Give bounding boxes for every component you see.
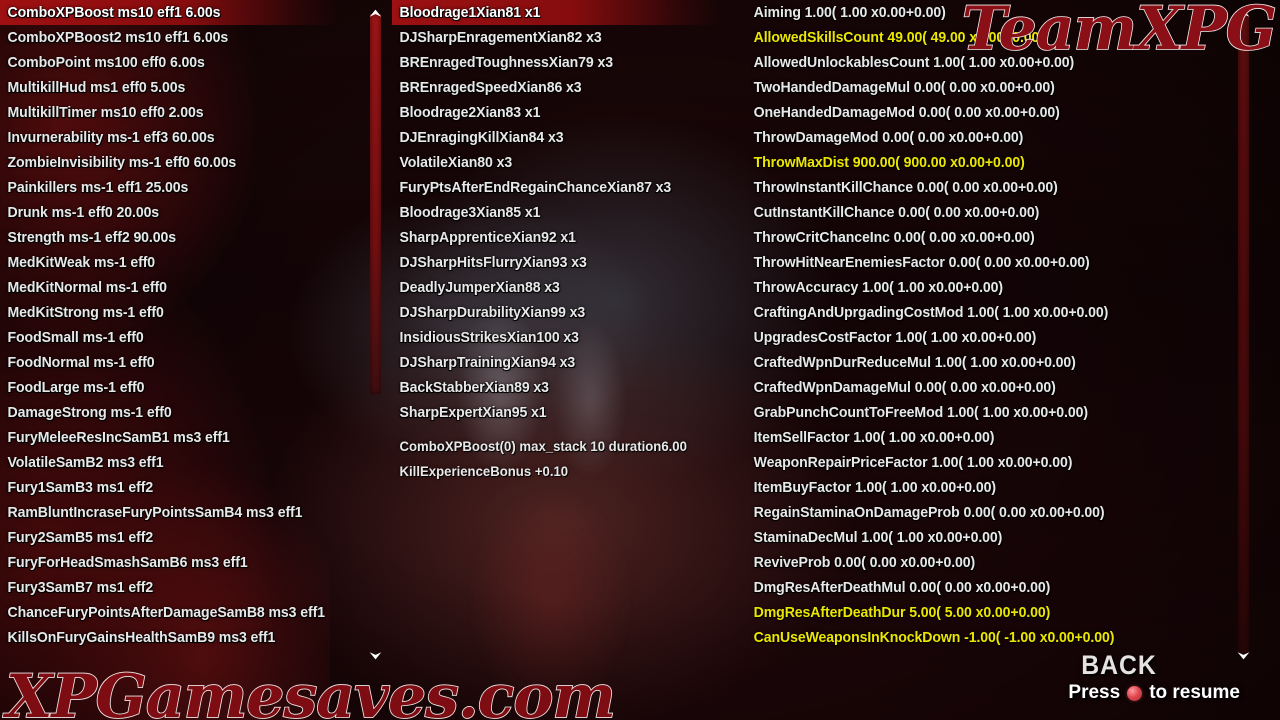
- stats-list[interactable]: Aiming 1.00( 1.00 x0.00+0.00) AllowedSkil…: [748, 0, 1220, 650]
- list-item[interactable]: Aiming 1.00( 1.00 x0.00+0.00): [748, 0, 1192, 25]
- list-item[interactable]: StaminaDecMul 1.00( 1.00 x0.00+0.00): [748, 525, 1192, 550]
- list-item[interactable]: ZombieInvisibility ms-1 eff0 60.00s: [0, 150, 338, 175]
- list-item[interactable]: InsidiousStrikesXian100 x3: [392, 325, 719, 350]
- list-item[interactable]: RamBluntIncraseFuryPointsSamB4 ms3 eff1: [0, 500, 338, 525]
- chevron-down-icon[interactable]: [361, 641, 389, 669]
- list-item[interactable]: Painkillers ms-1 eff1 25.00s: [0, 175, 338, 200]
- list-item[interactable]: BREnragedSpeedXian86 x3: [392, 75, 719, 100]
- list-item[interactable]: WeaponRepairPriceFactor 1.00( 1.00 x0.00…: [748, 450, 1192, 475]
- list-item[interactable]: DJEnragingKillXian84 x3: [392, 125, 719, 150]
- list-item[interactable]: DamageStrong ms-1 eff0: [0, 400, 338, 425]
- list-item[interactable]: VolatileSamB2 ms3 eff1: [0, 450, 338, 475]
- list-item[interactable]: OneHandedDamageMod 0.00( 0.00 x0.00+0.00…: [748, 100, 1192, 125]
- scrollbar-thumb[interactable]: [370, 14, 381, 394]
- list-item[interactable]: ComboXPBoost2 ms10 eff1 6.00s: [0, 25, 338, 50]
- resume-hint-suffix: to resume: [1149, 682, 1240, 703]
- list-item[interactable]: Bloodrage3Xian85 x1: [392, 200, 719, 225]
- list-item[interactable]: ThrowMaxDist 900.00( 900.00 x0.00+0.00): [748, 150, 1192, 175]
- list-item[interactable]: FuryMeleeResIncSamB1 ms3 eff1: [0, 425, 338, 450]
- list-item[interactable]: SharpApprenticeXian92 x1: [392, 225, 719, 250]
- list-item[interactable]: FuryPtsAfterEndRegainChanceXian87 x3: [392, 175, 719, 200]
- list-item[interactable]: ItemSellFactor 1.00( 1.00 x0.00+0.00): [748, 425, 1192, 450]
- list-item[interactable]: DmgResAfterDeathDur 5.00( 5.00 x0.00+0.0…: [748, 600, 1192, 625]
- list-item[interactable]: CanUseWeaponsInKnockDown -1.00( -1.00 x0…: [748, 625, 1192, 650]
- list-item[interactable]: DmgResAfterDeathMul 0.00( 0.00 x0.00+0.0…: [748, 575, 1192, 600]
- list-item[interactable]: Bloodrage2Xian83 x1: [392, 100, 719, 125]
- detail-line: ComboXPBoost(0) max_stack 10 duration6.0…: [399, 438, 687, 454]
- list-item[interactable]: FoodNormal ms-1 eff0: [0, 350, 338, 375]
- list-item[interactable]: CraftedWpnDamageMul 0.00( 0.00 x0.00+0.0…: [748, 375, 1192, 400]
- chevron-up-icon[interactable]: [364, 2, 386, 24]
- list-item[interactable]: ThrowCritChanceInc 0.00( 0.00 x0.00+0.00…: [748, 225, 1192, 250]
- list-item[interactable]: CutInstantKillChance 0.00( 0.00 x0.00+0.…: [748, 200, 1192, 225]
- list-item[interactable]: ComboPoint ms100 eff0 6.00s: [0, 50, 338, 75]
- list-item[interactable]: Fury3SamB7 ms1 eff2: [0, 575, 338, 600]
- stats-list-scrollbar[interactable]: [1229, 0, 1257, 720]
- list-item[interactable]: FoodLarge ms-1 eff0: [0, 375, 338, 400]
- list-item[interactable]: MultikillHud ms1 eff0 5.00s: [0, 75, 338, 100]
- list-item[interactable]: Bloodrage1Xian81 x1: [392, 0, 720, 25]
- list-item[interactable]: VolatileXian80 x3: [392, 150, 719, 175]
- list-item[interactable]: CraftedWpnDurReduceMul 1.00( 1.00 x0.00+…: [748, 350, 1192, 375]
- list-item[interactable]: ItemBuyFactor 1.00( 1.00 x0.00+0.00): [748, 475, 1192, 500]
- list-item[interactable]: ThrowInstantKillChance 0.00( 0.00 x0.00+…: [748, 175, 1192, 200]
- buffs-list-scrollbar[interactable]: [361, 0, 389, 720]
- list-item[interactable]: ThrowHitNearEnemiesFactor 0.00( 0.00 x0.…: [748, 250, 1192, 275]
- list-item[interactable]: MedKitStrong ms-1 eff0: [0, 300, 338, 325]
- list-item[interactable]: ThrowAccuracy 1.00( 1.00 x0.00+0.00): [748, 275, 1192, 300]
- list-item[interactable]: RegainStaminaOnDamageProb 0.00( 0.00 x0.…: [748, 500, 1192, 525]
- buffs-list[interactable]: ComboXPBoost ms10 eff1 6.00s ComboXPBoost…: [0, 0, 360, 650]
- list-item[interactable]: BackStabberXian89 x3: [392, 375, 719, 400]
- list-item[interactable]: UpgradesCostFactor 1.00( 1.00 x0.00+0.00…: [748, 325, 1192, 350]
- resume-hint: Press to resume: [994, 680, 1244, 706]
- list-item[interactable]: MedKitNormal ms-1 eff0: [0, 275, 338, 300]
- list-item[interactable]: DJSharpEnragementXian82 x3: [392, 25, 719, 50]
- list-item[interactable]: MultikillTimer ms10 eff0 2.00s: [0, 100, 338, 125]
- resume-hint-prefix: Press: [1068, 682, 1121, 703]
- list-item[interactable]: AllowedUnlockablesCount 1.00( 1.00 x0.00…: [748, 50, 1192, 75]
- skills-list[interactable]: Bloodrage1Xian81 x1 DJSharpEnragementXian…: [392, 0, 740, 425]
- circle-button-icon[interactable]: [1127, 685, 1143, 701]
- detail-line: KillExperienceBonus +0.10: [399, 463, 569, 479]
- list-item[interactable]: Fury2SamB5 ms1 eff2: [0, 525, 338, 550]
- list-item[interactable]: KillsOnFuryGainsHealthSamB9 ms3 eff1: [0, 625, 338, 650]
- list-item[interactable]: Fury1SamB3 ms1 eff2: [0, 475, 338, 500]
- list-item[interactable]: ComboXPBoost ms10 eff1 6.00s: [0, 0, 339, 25]
- list-item[interactable]: FuryForHeadSmashSamB6 ms3 eff1: [0, 550, 338, 575]
- chevron-up-icon[interactable]: [1232, 2, 1254, 24]
- skill-detail-footer: ComboXPBoost(0) max_stack 10 duration6.0…: [392, 434, 740, 484]
- list-item[interactable]: MedKitWeak ms-1 eff0: [0, 250, 338, 275]
- list-item[interactable]: FoodSmall ms-1 eff0: [0, 325, 338, 350]
- list-item[interactable]: SharpExpertXian95 x1: [392, 400, 719, 425]
- list-item[interactable]: Strength ms-1 eff2 90.00s: [0, 225, 338, 250]
- footer-actions: BACK Press to resume: [994, 650, 1244, 706]
- list-item[interactable]: DJSharpDurabilityXian99 x3: [392, 300, 719, 325]
- list-item[interactable]: BREnragedToughnessXian79 x3: [392, 50, 719, 75]
- list-item[interactable]: GrabPunchCountToFreeMod 1.00( 1.00 x0.00…: [748, 400, 1192, 425]
- list-item[interactable]: Invurnerability ms-1 eff3 60.00s: [0, 125, 338, 150]
- list-item[interactable]: DJSharpHitsFlurryXian93 x3: [392, 250, 719, 275]
- back-button[interactable]: BACK: [1004, 650, 1234, 680]
- list-item[interactable]: CraftingAndUprgadingCostMod 1.00( 1.00 x…: [748, 300, 1192, 325]
- list-item[interactable]: ReviveProb 0.00( 0.00 x0.00+0.00): [748, 550, 1192, 575]
- scrollbar-thumb[interactable]: [1238, 14, 1249, 654]
- list-item[interactable]: ChanceFuryPointsAfterDamageSamB8 ms3 eff…: [0, 600, 338, 625]
- list-item[interactable]: AllowedSkillsCount 49.00( 49.00 x0.00+0.…: [748, 25, 1192, 50]
- list-item[interactable]: Drunk ms-1 eff0 20.00s: [0, 200, 338, 225]
- list-item[interactable]: ThrowDamageMod 0.00( 0.00 x0.00+0.00): [748, 125, 1192, 150]
- list-item[interactable]: DeadlyJumperXian88 x3: [392, 275, 719, 300]
- list-item[interactable]: TwoHandedDamageMul 0.00( 0.00 x0.00+0.00…: [748, 75, 1192, 100]
- list-item[interactable]: DJSharpTrainingXian94 x3: [392, 350, 719, 375]
